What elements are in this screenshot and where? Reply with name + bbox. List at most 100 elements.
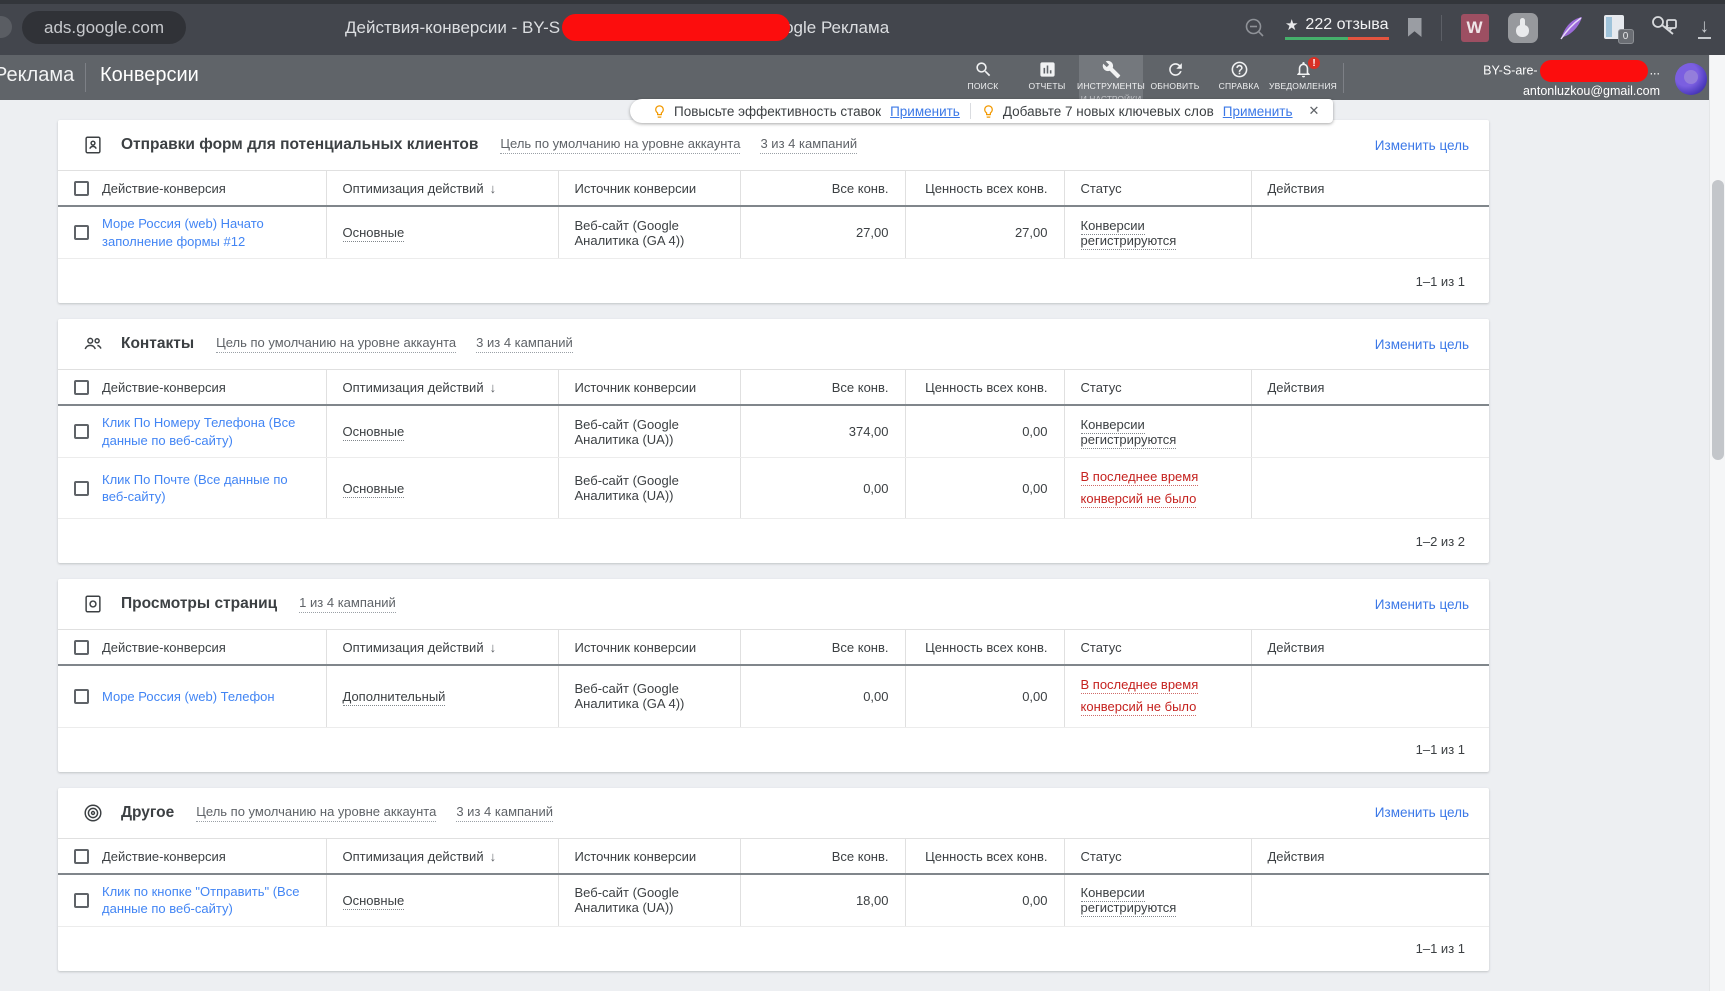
row-checkbox[interactable] (74, 424, 89, 440)
account-redaction (1539, 60, 1648, 82)
optimization-value[interactable]: Дополнительный (342, 688, 446, 706)
window-counter-icon[interactable]: 0 (1603, 14, 1634, 44)
campaigns-link[interactable]: 3 из 4 кампаний (760, 136, 858, 154)
close-icon[interactable]: ✕ (1303, 103, 1326, 119)
row-checkbox[interactable] (74, 892, 89, 908)
source-cell: Веб-сайт (Google Аналитика (UA)) (558, 405, 741, 459)
nav-refresh[interactable]: ОБНОВИТЬ (1143, 55, 1207, 100)
sort-descending-icon: ↓ (489, 848, 497, 864)
column-header[interactable]: Оптимизация действий ↓ (326, 629, 559, 667)
conversion-action-link[interactable]: Клик по кнопке "Отправить" (Все данные п… (102, 883, 310, 918)
nav-notifications[interactable]: УВЕДОМЛЕНИЯ ! (1269, 55, 1337, 100)
scrollbar[interactable] (1709, 55, 1725, 991)
rating-bar (1284, 36, 1389, 40)
status-badge[interactable]: Конверсии регистрируются (1080, 885, 1177, 918)
column-header: Все конв. (740, 629, 906, 667)
feather-extension-icon[interactable] (1557, 14, 1585, 42)
nav-search[interactable]: ПОИСК (951, 55, 1015, 100)
all-conversions-value: 27,00 (740, 206, 906, 260)
extension-rating[interactable]: ★ 222 отзыва (1284, 16, 1389, 40)
status-badge[interactable]: Конверсии регистрируются (1080, 217, 1177, 250)
toast-item-bids: Повысьте эффективность ставок Применить (642, 104, 970, 119)
avatar[interactable] (1675, 63, 1707, 95)
actions-cell (1251, 206, 1489, 260)
brand-divider (85, 63, 86, 92)
row-checkbox[interactable] (74, 225, 89, 241)
column-header: Статус (1064, 170, 1252, 207)
column-header: Источник конверсии (558, 837, 741, 875)
edit-goal-link[interactable]: Изменить цель (1375, 805, 1469, 820)
address-bar[interactable]: ads.google.com (22, 11, 187, 44)
actions-cell (1251, 405, 1489, 459)
extension-w-icon[interactable]: W (1460, 13, 1489, 42)
apply-link[interactable]: Применить (890, 104, 960, 119)
sort-descending-icon: ↓ (489, 380, 497, 396)
section-title: Контакты (121, 335, 195, 353)
select-all-checkbox[interactable] (74, 380, 89, 396)
column-header[interactable]: Оптимизация действий ↓ (326, 170, 559, 207)
default-goal-link[interactable]: Цель по умолчанию на уровне аккаунта (500, 136, 741, 154)
edit-goal-link[interactable]: Изменить цель (1375, 138, 1469, 153)
select-all-checkbox[interactable] (74, 640, 89, 656)
column-header: Ценность всех конв. (905, 837, 1065, 875)
zoom-out-icon[interactable] (1244, 17, 1266, 39)
column-header[interactable]: Оптимизация действий ↓ (326, 369, 559, 407)
nav-reports[interactable]: ОТЧЕТЫ (1015, 55, 1079, 100)
form-section-icon (82, 134, 104, 156)
target-section-icon (82, 802, 104, 824)
select-all-checkbox[interactable] (74, 848, 89, 864)
default-goal-link[interactable]: Цель по умолчанию на уровне аккаунта (216, 335, 457, 354)
conversions-value-cell: 0,00 (905, 457, 1065, 520)
pointer-extension-icon[interactable] (1507, 12, 1538, 43)
status-cell: Конверсии регистрируются (1064, 873, 1252, 927)
pagination-label: 1–1 из 1 (1415, 941, 1465, 957)
key-extension-icon[interactable] (1649, 12, 1679, 43)
section-title: Другое (121, 803, 175, 821)
bookmark-icon[interactable] (1407, 18, 1422, 37)
account-divider (1343, 63, 1344, 93)
browser-chrome-bar: ads.google.com Действия-конверсии - BY-S… (0, 0, 1725, 55)
status-badge[interactable]: Конверсии регистрируются (1080, 416, 1177, 449)
window-title: Действия-конверсии - BY-S ogle Реклама (345, 14, 889, 41)
conversions-table: Действие-конверсия Оптимизация действий ↓ И… (58, 369, 1489, 520)
conversions-value-cell: 0,00 (905, 665, 1065, 728)
conversion-action-link[interactable]: Клик По Номеру Телефона (Все данные по в… (102, 414, 310, 449)
table-row: Клик По Почте (Все данные по веб-сайту) … (58, 457, 1489, 520)
scrollbar-thumb[interactable] (1712, 180, 1724, 460)
page-title: Конверсии (100, 64, 199, 86)
column-header: Действия (1251, 837, 1489, 875)
column-header: Ценность всех конв. (905, 170, 1065, 207)
column-header: Статус (1064, 629, 1252, 667)
campaigns-link[interactable]: 3 из 4 кампаний (456, 804, 553, 822)
select-all-checkbox[interactable] (74, 181, 89, 196)
edit-goal-link[interactable]: Изменить цель (1375, 337, 1469, 352)
apply-link[interactable]: Применить (1223, 104, 1293, 119)
status-badge[interactable]: В последнее время конверсий не было (1080, 677, 1199, 717)
account-info[interactable]: BY-S-are-... antonluzkou@gmail.com (1483, 60, 1660, 100)
conversion-action-link[interactable]: Море Россия (web) Начато заполнение форм… (102, 215, 310, 250)
edit-goal-link[interactable]: Изменить цель (1375, 597, 1469, 612)
download-icon[interactable]: ↓ (1697, 17, 1711, 39)
default-goal-link[interactable]: Цель по умолчанию на уровне аккаунта (196, 804, 437, 822)
nav-tools[interactable]: ИНСТРУМЕНТЫ И НАСТРОЙКИ (1077, 55, 1145, 100)
row-checkbox[interactable] (74, 688, 89, 704)
column-header: Статус (1064, 369, 1252, 407)
optimization-value[interactable]: Основные (342, 480, 405, 498)
main-content: Отправки форм для потенциальных клиентов… (0, 100, 1725, 991)
optimization-value[interactable]: Основные (342, 424, 405, 442)
conversion-action-link[interactable]: Море Россия (web) Телефон (102, 688, 275, 706)
column-header: Источник конверсии (558, 369, 741, 407)
column-header: Действие-конверсия (58, 369, 327, 407)
toast-text: Повысьте эффективность ставок (674, 103, 882, 119)
row-checkbox[interactable] (74, 480, 89, 496)
nav-help[interactable]: СПРАВКА (1207, 55, 1271, 100)
optimization-value[interactable]: Основные (342, 892, 405, 910)
campaigns-link[interactable]: 1 из 4 кампаний (299, 595, 396, 614)
sort-descending-icon: ↓ (489, 181, 497, 196)
campaigns-link[interactable]: 3 из 4 кампаний (476, 335, 573, 354)
optimization-value[interactable]: Основные (342, 225, 405, 243)
status-badge[interactable]: В последнее время конверсий не было (1080, 469, 1199, 509)
source-cell: Веб-сайт (Google Аналитика (UA)) (558, 457, 741, 520)
conversion-action-link[interactable]: Клик По Почте (Все данные по веб-сайту) (102, 471, 310, 506)
column-header[interactable]: Оптимизация действий ↓ (326, 837, 559, 875)
